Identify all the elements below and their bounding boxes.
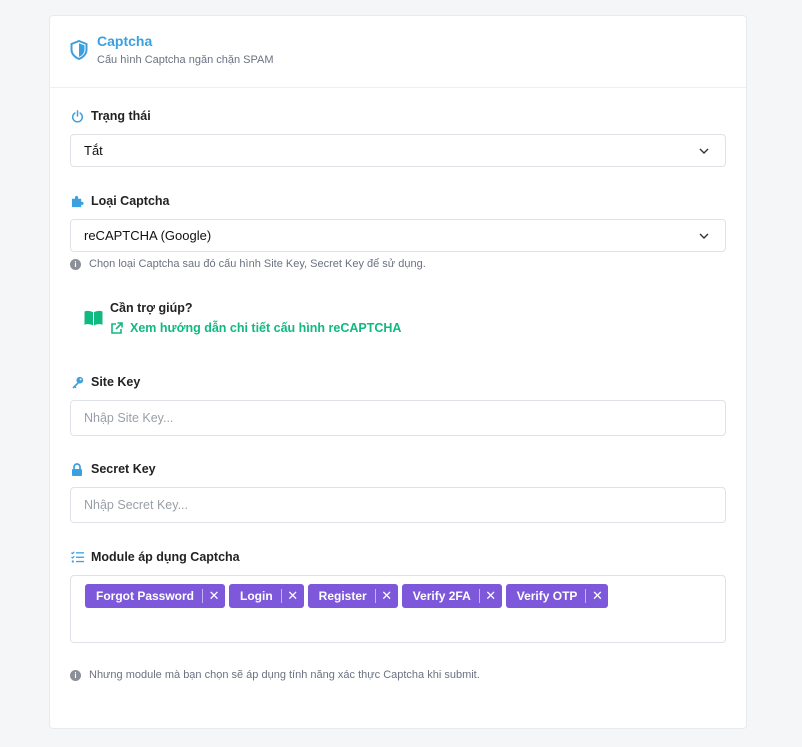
- power-icon: [70, 109, 84, 123]
- remove-tag-icon[interactable]: ✕: [586, 588, 608, 604]
- module-tag: Verify 2FA ✕: [401, 584, 502, 608]
- page-title: Captcha: [97, 33, 153, 49]
- module-tag-label: Register: [318, 589, 367, 603]
- modules-label: Module áp dụng Captcha: [70, 550, 240, 564]
- info-icon: i: [70, 669, 81, 681]
- captcha-settings-card: Captcha Cấu hình Captcha ngăn chặn SPAM …: [49, 15, 747, 729]
- external-link-icon: [111, 321, 123, 334]
- module-tag-label: Verify 2FA: [412, 589, 471, 603]
- site-key-label: Site Key: [70, 375, 140, 389]
- modules-hint-text: Nhưng module mà bạn chọn sẽ áp dụng tính…: [89, 669, 480, 681]
- module-tag: Register ✕: [307, 584, 398, 608]
- secret-key-label-text: Secret Key: [91, 462, 156, 476]
- captcha-type-hint-text: Chọn loại Captcha sau đó cấu hình Site K…: [89, 258, 426, 270]
- module-tag: Login ✕: [229, 584, 304, 608]
- status-label-text: Trạng thái: [91, 109, 151, 123]
- secret-key-input[interactable]: Nhập Secret Key...: [70, 487, 726, 523]
- module-tag-label: Forgot Password: [96, 589, 195, 603]
- modules-tag-list: Forgot Password ✕ Login ✕ Register ✕ Verify…: [85, 584, 609, 608]
- remove-tag-icon[interactable]: ✕: [282, 588, 304, 604]
- captcha-type-select-value: reCAPTCHA (Google): [84, 228, 212, 243]
- chevron-down-icon: [699, 148, 709, 154]
- remove-tag-icon[interactable]: ✕: [480, 588, 502, 604]
- book-icon: [84, 310, 103, 326]
- shield-icon: [70, 40, 88, 60]
- modules-label-text: Module áp dụng Captcha: [91, 550, 240, 564]
- captcha-type-label: Loại Captcha: [70, 194, 170, 208]
- chevron-down-icon: [699, 233, 709, 239]
- help-guide-link-text: Xem hướng dẫn chi tiết cấu hình reCAPTCH…: [130, 321, 402, 335]
- site-key-label-text: Site Key: [91, 375, 141, 389]
- help-title: Cần trợ giúp?: [110, 301, 193, 315]
- key-icon: [70, 375, 84, 389]
- module-tag: Verify OTP ✕: [505, 584, 609, 608]
- puzzle-icon: [70, 194, 84, 208]
- module-tag-label: Verify OTP: [516, 589, 578, 603]
- help-box: Cần trợ giúp? Xem hướng dẫn chi tiết cấu…: [84, 299, 484, 343]
- captcha-type-label-text: Loại Captcha: [91, 194, 170, 208]
- page-subtitle: Cấu hình Captcha ngăn chặn SPAM: [97, 54, 274, 66]
- card-header: Captcha Cấu hình Captcha ngăn chặn SPAM: [50, 16, 746, 88]
- info-icon: i: [70, 258, 81, 270]
- modules-hint: i Nhưng module mà bạn chọn sẽ áp dụng tí…: [70, 669, 480, 681]
- secret-key-placeholder: Nhập Secret Key...: [84, 498, 188, 512]
- captcha-type-select[interactable]: reCAPTCHA (Google): [70, 219, 726, 252]
- site-key-placeholder: Nhập Site Key...: [84, 411, 174, 425]
- help-guide-link[interactable]: Xem hướng dẫn chi tiết cấu hình reCAPTCH…: [110, 321, 401, 335]
- captcha-type-hint: i Chọn loại Captcha sau đó cấu hình Site…: [70, 258, 426, 270]
- site-key-input[interactable]: Nhập Site Key...: [70, 400, 726, 436]
- status-select[interactable]: Tắt: [70, 134, 726, 167]
- module-tag-label: Login: [240, 589, 273, 603]
- secret-key-label: Secret Key: [70, 462, 156, 476]
- status-select-value: Tắt: [84, 143, 103, 158]
- status-label: Trạng thái: [70, 109, 151, 123]
- modules-tag-input[interactable]: Forgot Password ✕ Login ✕ Register ✕ Verify…: [70, 575, 726, 643]
- remove-tag-icon[interactable]: ✕: [203, 588, 225, 604]
- lock-icon: [70, 462, 84, 476]
- module-tag: Forgot Password ✕: [85, 584, 226, 608]
- remove-tag-icon[interactable]: ✕: [376, 588, 398, 604]
- list-check-icon: [70, 550, 84, 564]
